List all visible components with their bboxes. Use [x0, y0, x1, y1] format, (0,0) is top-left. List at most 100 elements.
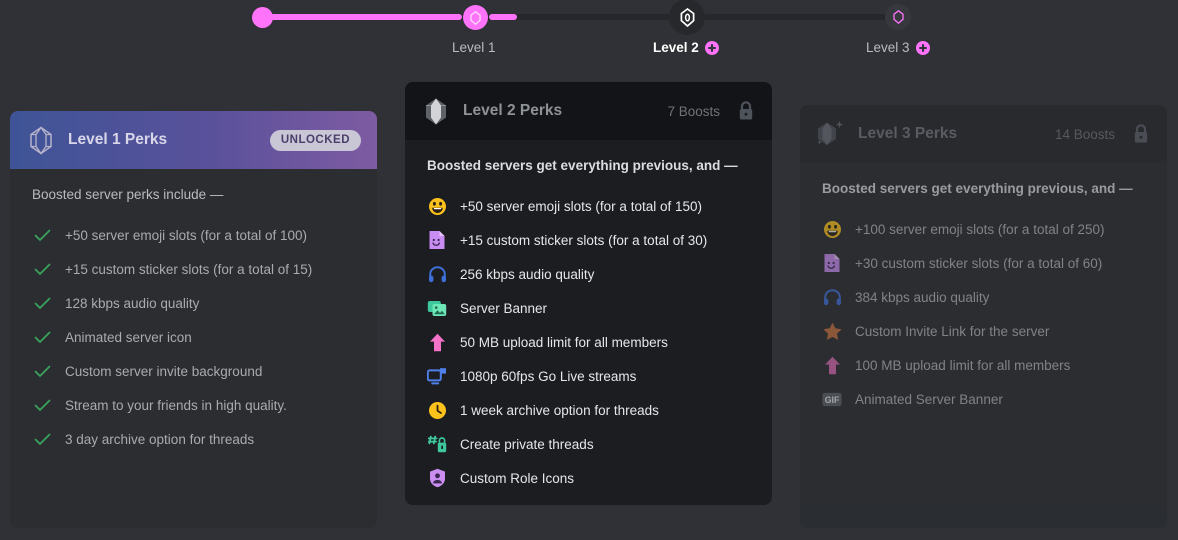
check-icon: [32, 259, 52, 279]
boost-requirement: 14 Boosts: [1054, 126, 1115, 142]
list-item: +50 server emoji slots (for a total of 1…: [32, 218, 357, 252]
perk-label: Custom Role Icons: [460, 470, 575, 486]
perk-label: 128 kbps audio quality: [65, 295, 200, 311]
progress-label-text: Level 2: [653, 40, 699, 55]
emoji-icon: [427, 196, 447, 216]
list-item: +15 custom sticker slots (for a total of…: [32, 252, 357, 286]
lock-icon: [1131, 123, 1151, 145]
boost-perks-page: Level 1 Level 2 Level 3 Level 1 Perks UN…: [0, 0, 1178, 540]
clock-icon: [427, 400, 447, 420]
upload-icon: [822, 355, 842, 375]
progress-label-level-2: Level 2: [653, 40, 719, 55]
perk-label: Animated server icon: [65, 329, 192, 345]
perks-card-level-2: Level 2 Perks 7 Boosts Boosted servers g…: [405, 82, 772, 505]
card-header: Level 2 Perks 7 Boosts: [405, 82, 772, 140]
progress-label-text: Level 3: [866, 40, 910, 55]
perk-label: Custom Invite Link for the server: [855, 323, 1050, 339]
perk-label: 3 day archive option for threads: [65, 431, 255, 447]
card-title: Level 1 Perks: [68, 131, 168, 148]
headphones-icon: [822, 287, 842, 307]
progress-node-start: [252, 7, 273, 28]
list-item: +15 custom sticker slots (for a total of…: [427, 223, 752, 257]
star-icon: [822, 321, 842, 341]
list-item: Stream to your friends in high quality.: [32, 388, 357, 422]
progress-node-level-1[interactable]: [463, 5, 488, 30]
progress-node-level-3[interactable]: [885, 4, 911, 30]
sticker-icon: [427, 230, 447, 250]
emoji-icon: [822, 219, 842, 239]
perk-label: 1080p 60fps Go Live streams: [460, 368, 637, 384]
perk-list: +50 server emoji slots (for a total of 1…: [427, 189, 752, 495]
boost-progress-bar: Level 1 Level 2 Level 3: [0, 0, 1178, 70]
check-icon: [32, 395, 52, 415]
progress-label-level-3: Level 3: [866, 40, 930, 55]
boost-gem-icon: [680, 7, 694, 27]
list-item: 50 MB upload limit for all members: [427, 325, 752, 359]
list-item: Server Banner: [427, 291, 752, 325]
card-intro: Boosted server perks include —: [32, 187, 224, 202]
status-badge: UNLOCKED: [269, 129, 361, 151]
perk-label: +30 custom sticker slots (for a total of…: [855, 255, 1103, 271]
boost-gem-icon: [421, 96, 451, 126]
gif-icon: GIF: [822, 389, 842, 409]
card-title: Level 3 Perks: [858, 125, 958, 142]
list-item: 256 kbps audio quality: [427, 257, 752, 291]
perk-label: +15 custom sticker slots (for a total of…: [65, 261, 313, 277]
list-item: Custom server invite background: [32, 354, 357, 388]
perk-list: +50 server emoji slots (for a total of 1…: [32, 218, 357, 456]
boost-gem-icon: [892, 10, 904, 24]
perk-label: +50 server emoji slots (for a total of 1…: [65, 227, 307, 243]
list-item: 128 kbps audio quality: [32, 286, 357, 320]
screen-icon: [427, 366, 447, 386]
list-item: +30 custom sticker slots (for a total of…: [822, 246, 1147, 280]
perks-card-level-1: Level 1 Perks UNLOCKED Boosted server pe…: [10, 111, 377, 528]
list-item: Custom Role Icons: [427, 461, 752, 495]
list-item: +50 server emoji slots (for a total of 1…: [427, 189, 752, 223]
check-icon: [32, 327, 52, 347]
card-intro: Boosted servers get everything previous,…: [822, 181, 1133, 196]
boost-gem-icon: [26, 125, 56, 155]
progress-fill-segment-2: [489, 14, 517, 20]
list-item: 1 week archive option for threads: [427, 393, 752, 427]
headphones-icon: [427, 264, 447, 284]
add-boost-icon[interactable]: [704, 40, 719, 55]
lock-icon: [736, 100, 756, 122]
progress-fill-segment-1: [270, 14, 462, 20]
perk-label: +15 custom sticker slots (for a total of…: [460, 232, 708, 248]
progress-label-text: Level 1: [452, 40, 496, 55]
card-header: Level 3 Perks 14 Boosts: [800, 105, 1167, 163]
perks-card-level-3: Level 3 Perks 14 Boosts Boosted servers …: [800, 105, 1167, 528]
list-item: 3 day archive option for threads: [32, 422, 357, 456]
card-body: Boosted server perks include — +50 serve…: [10, 169, 377, 456]
card-body: Boosted servers get everything previous,…: [800, 163, 1167, 416]
perk-label: +100 server emoji slots (for a total of …: [855, 221, 1105, 237]
add-boost-icon[interactable]: [915, 40, 930, 55]
list-item: +100 server emoji slots (for a total of …: [822, 212, 1147, 246]
list-item: 100 MB upload limit for all members: [822, 348, 1147, 382]
upload-icon: [427, 332, 447, 352]
card-title: Level 2 Perks: [463, 102, 563, 119]
perk-label: Custom server invite background: [65, 363, 263, 379]
private-thread-icon: [427, 434, 447, 454]
perk-label: Stream to your friends in high quality.: [65, 397, 287, 413]
perk-label: Create private threads: [460, 436, 594, 452]
check-icon: [32, 225, 52, 245]
shield-person-icon: [427, 468, 447, 488]
perk-label: 256 kbps audio quality: [460, 266, 595, 282]
progress-label-level-1: Level 1: [452, 40, 496, 55]
list-item: 384 kbps audio quality: [822, 280, 1147, 314]
progress-node-level-2[interactable]: [669, 0, 705, 35]
boost-gem-sparkle-icon: [816, 119, 846, 149]
card-header: Level 1 Perks UNLOCKED: [10, 111, 377, 169]
perk-label: Animated Server Banner: [855, 391, 1003, 407]
boost-requirement: 7 Boosts: [667, 103, 720, 119]
perk-label: 100 MB upload limit for all members: [855, 357, 1071, 373]
check-icon: [32, 361, 52, 381]
banner-icon: [427, 298, 447, 318]
sticker-icon: [822, 253, 842, 273]
list-item: GIF Animated Server Banner: [822, 382, 1147, 416]
card-body: Boosted servers get everything previous,…: [405, 140, 772, 495]
list-item: 1080p 60fps Go Live streams: [427, 359, 752, 393]
list-item: Custom Invite Link for the server: [822, 314, 1147, 348]
perk-label: 50 MB upload limit for all members: [460, 334, 668, 350]
